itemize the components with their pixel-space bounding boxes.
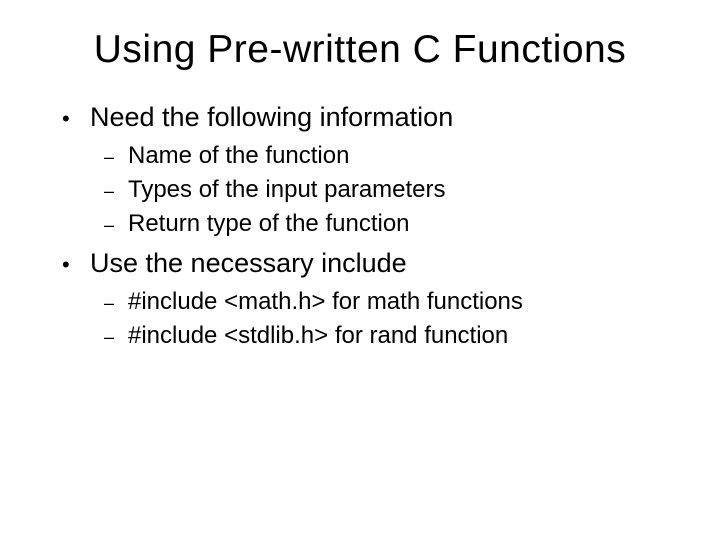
slide-title: Using Pre-written C Functions (50, 28, 670, 72)
dash-marker-icon: – (104, 325, 128, 350)
bullet-level2: – #include <math.h> for math functions (104, 288, 670, 316)
bullet-text: Use the necessary include (90, 248, 407, 279)
dash-marker-icon: – (104, 291, 128, 316)
bullet-level2: – Return type of the function (104, 210, 670, 238)
dash-marker-icon: – (104, 179, 128, 204)
bullet-level1: • Use the necessary include (62, 248, 670, 280)
bullet-level2: – Types of the input parameters (104, 176, 670, 204)
dash-marker-icon: – (104, 213, 128, 238)
bullet-marker-icon: • (62, 105, 90, 134)
bullet-group: • Use the necessary include – #include <… (62, 248, 670, 350)
bullet-text: Return type of the function (128, 210, 410, 238)
bullet-text: Name of the function (128, 142, 349, 170)
bullet-text: Types of the input parameters (128, 176, 446, 204)
bullet-text: #include <math.h> for math functions (128, 288, 523, 316)
bullet-group: • Need the following information – Name … (62, 102, 670, 238)
slide: Using Pre-written C Functions • Need the… (0, 0, 720, 540)
bullet-text: #include <stdlib.h> for rand function (128, 322, 508, 350)
bullet-level2: – #include <stdlib.h> for rand function (104, 322, 670, 350)
bullet-level2: – Name of the function (104, 142, 670, 170)
bullet-level1: • Need the following information (62, 102, 670, 134)
dash-marker-icon: – (104, 145, 128, 170)
bullet-marker-icon: • (62, 251, 90, 280)
slide-content: • Need the following information – Name … (50, 102, 670, 350)
bullet-text: Need the following information (90, 102, 453, 133)
